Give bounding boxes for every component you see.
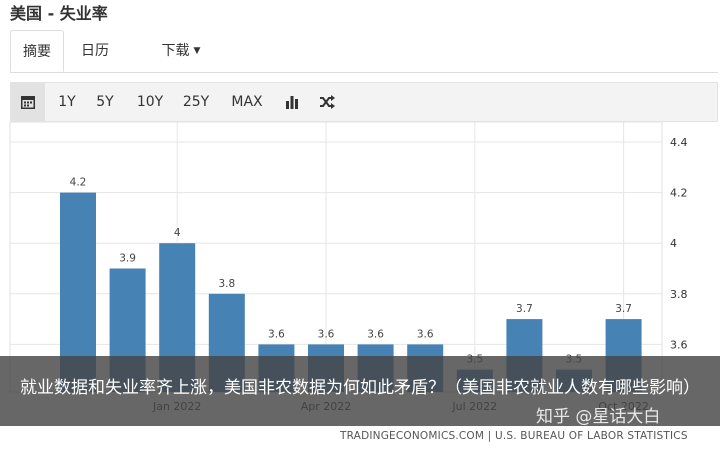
range-max-button[interactable]: MAX	[224, 83, 270, 121]
source-attribution: TRADINGECONOMICS.COM | U.S. BUREAU OF LA…	[340, 430, 688, 442]
compare-button[interactable]	[313, 83, 341, 121]
bar-value-label: 3.6	[268, 328, 285, 340]
caret-down-icon: ▼	[193, 46, 201, 56]
y-tick-label: 3.6	[670, 338, 688, 351]
y-tick-label: 4.2	[670, 187, 688, 200]
y-tick-label: 4.4	[670, 136, 688, 149]
bar-value-label: 4	[174, 227, 181, 239]
tab-download[interactable]: 下载 ▼	[146, 30, 216, 72]
bar-chart-icon	[286, 96, 298, 109]
tab-summary[interactable]: 摘要	[10, 30, 64, 72]
bar-value-label: 3.8	[218, 278, 235, 290]
tab-bar: 摘要 日历 下载 ▼	[10, 30, 718, 73]
bar-value-label: 3.6	[367, 328, 384, 340]
bar-value-label: 3.7	[516, 303, 533, 315]
calendar-button[interactable]	[11, 83, 45, 121]
range-5y-button[interactable]: 5Y	[89, 83, 121, 121]
y-tick-label: 4	[670, 237, 677, 250]
bar-value-label: 3.9	[119, 253, 136, 265]
bar-value-label: 3.7	[615, 303, 632, 315]
tab-calendar-label: 日历	[81, 43, 109, 59]
tab-calendar[interactable]: 日历	[72, 30, 118, 72]
tab-summary-label: 摘要	[23, 44, 51, 60]
chart-type-button[interactable]	[279, 83, 305, 121]
range-1y-button[interactable]: 1Y	[51, 83, 83, 121]
range-25y-button[interactable]: 25Y	[176, 83, 216, 121]
tab-download-label: 下载	[161, 43, 190, 59]
calendar-icon	[21, 96, 35, 109]
chart-toolbar: 1Y 5Y 10Y 25Y MAX	[10, 82, 718, 122]
bar-value-label: 4.2	[70, 177, 87, 189]
shuffle-icon	[320, 95, 335, 109]
page-title: 美国 - 失业率	[10, 4, 108, 23]
y-tick-label: 3.8	[670, 288, 688, 301]
bar-value-label: 3.6	[318, 328, 335, 340]
bar-value-label: 3.6	[417, 328, 434, 340]
article-title: 就业数据和失业率齐上涨，美国非农数据为何如此矛盾？（美国非农就业人数有哪些影响）	[20, 378, 700, 398]
watermark: 知乎 @星话大白	[536, 407, 661, 427]
range-10y-button[interactable]: 10Y	[131, 83, 169, 121]
